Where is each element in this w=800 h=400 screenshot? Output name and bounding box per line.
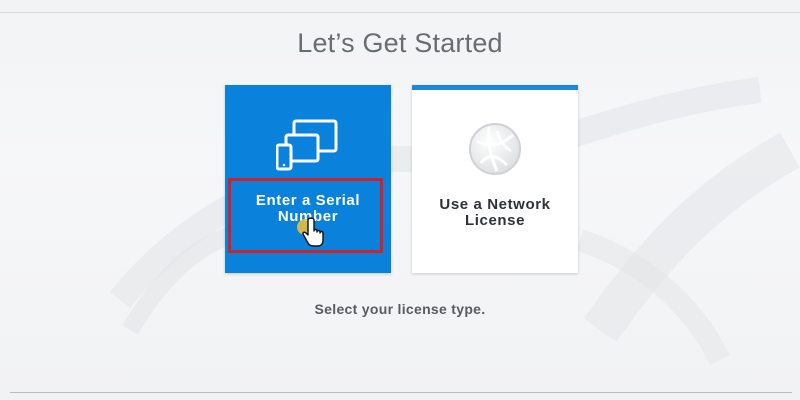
network-label-line1: Use a Network bbox=[439, 196, 551, 213]
background-swirl-decoration bbox=[109, 77, 800, 366]
network-license-option[interactable]: Use a Network License bbox=[412, 85, 578, 273]
page-title: Let’s Get Started bbox=[297, 28, 503, 58]
network-license-label: Use a Network License bbox=[412, 197, 578, 229]
globe-network-icon bbox=[412, 121, 578, 177]
devices-icon bbox=[225, 119, 391, 171]
top-divider bbox=[0, 12, 800, 13]
instruction-text: Select your license type. bbox=[314, 301, 486, 317]
bottom-divider bbox=[10, 392, 792, 393]
hand-cursor-icon bbox=[297, 217, 324, 247]
network-label-line2: License bbox=[464, 212, 526, 229]
